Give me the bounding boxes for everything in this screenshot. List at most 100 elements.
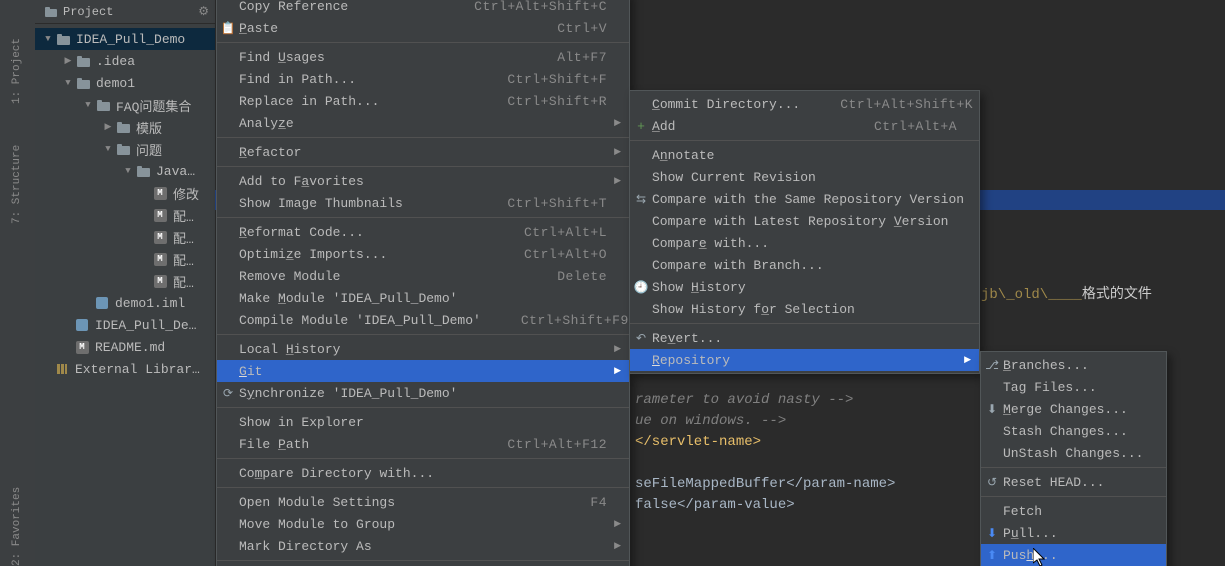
menu-item-reset-head[interactable]: ↺Reset HEAD...	[981, 471, 1166, 493]
menu-item-module-settings[interactable]: Open Module SettingsF4	[217, 491, 629, 513]
menu-item-branches[interactable]: ⎇Branches...	[981, 354, 1166, 376]
menu-item-synchronize[interactable]: ⟳Synchronize 'IDEA_Pull_Demo'	[217, 382, 629, 404]
panel-title: Project	[63, 5, 113, 19]
separator	[217, 487, 629, 488]
menu-item-remove-module[interactable]: Remove ModuleDelete	[217, 265, 629, 287]
menu-item-show-history[interactable]: 🕘Show History	[630, 276, 979, 298]
separator	[217, 42, 629, 43]
menu-item-compare-latest[interactable]: Compare with Latest Repository Version	[630, 210, 979, 232]
menu-item-push[interactable]: ⬆Push...	[981, 544, 1166, 566]
tree-item[interactable]: ▼Java…	[35, 160, 215, 182]
code-line: seFileMappedBuffer</param-name>	[635, 476, 895, 492]
menu-item-compile-module[interactable]: Compile Module 'IDEA_Pull_Demo'Ctrl+Shif…	[217, 309, 629, 331]
menu-item-optimize-imports[interactable]: Optimize Imports...Ctrl+Alt+O	[217, 243, 629, 265]
tree-item[interactable]: ▶模版	[35, 116, 215, 138]
menu-item-move-module[interactable]: Move Module to Group▶	[217, 513, 629, 535]
context-menu-repository: ⎇Branches... Tag Files... ⬇Merge Changes…	[980, 351, 1167, 566]
separator	[630, 140, 979, 141]
merge-icon: ⬇	[985, 402, 999, 416]
menu-item-stash[interactable]: Stash Changes...	[981, 420, 1166, 442]
code-line: </servlet-name>	[635, 434, 761, 450]
menu-item-repository[interactable]: Repository▶	[630, 349, 979, 371]
separator	[217, 560, 629, 561]
add-icon: +	[634, 119, 648, 133]
menu-item-compare-dir[interactable]: Compare Directory with...	[217, 462, 629, 484]
menu-item-file-path[interactable]: File PathCtrl+Alt+F12	[217, 433, 629, 455]
separator	[630, 323, 979, 324]
branch-icon: ⎇	[985, 358, 999, 372]
project-tool-window: Project ⚙ ▼IDEA_Pull_Demo ▶.idea ▼demo1 …	[35, 0, 216, 566]
menu-item-tag-files[interactable]: Tag Files...	[981, 376, 1166, 398]
gear-icon[interactable]: ⚙	[198, 4, 209, 19]
menu-item-commit-dir[interactable]: Commit Directory...Ctrl+Alt+Shift+K	[630, 93, 979, 115]
tree-item[interactable]: IDEA_Pull_De…	[35, 314, 215, 336]
menu-item-fetch[interactable]: Fetch	[981, 500, 1166, 522]
separator	[217, 334, 629, 335]
context-menu-git: Commit Directory...Ctrl+Alt+Shift+K +Add…	[629, 90, 980, 374]
context-menu-main: Copy ReferenceCtrl+Alt+Shift+C 📋PasteCtr…	[216, 0, 630, 566]
sidebar-tab-project[interactable]: 1: Project	[4, 24, 30, 104]
menu-item-compare-same[interactable]: ⇆Compare with the Same Repository Versio…	[630, 188, 979, 210]
project-tree[interactable]: ▼IDEA_Pull_Demo ▶.idea ▼demo1 ▼FAQ问题集合 ▶…	[35, 24, 215, 380]
menu-item-mark-directory[interactable]: Mark Directory As▶	[217, 535, 629, 557]
menu-item-show-history-selection[interactable]: Show History for Selection	[630, 298, 979, 320]
menu-item-find-usages[interactable]: Find UsagesAlt+F7	[217, 46, 629, 68]
menu-item-add[interactable]: +AddCtrl+Alt+A	[630, 115, 979, 137]
tree-item[interactable]: ▼demo1	[35, 72, 215, 94]
tree-item-external-libs[interactable]: External Librar…	[35, 358, 215, 380]
tree-root[interactable]: ▼IDEA_Pull_Demo	[35, 28, 215, 50]
menu-item-revert[interactable]: ↶Revert...	[630, 327, 979, 349]
menu-item-show-explorer[interactable]: Show in Explorer	[217, 411, 629, 433]
menu-item-show-current-revision[interactable]: Show Current Revision	[630, 166, 979, 188]
left-tool-gutter: 1: Project 7: Structure 2: Favorites	[0, 0, 36, 566]
sidebar-tab-structure[interactable]: 7: Structure	[4, 138, 30, 224]
menu-item-pull[interactable]: ⬇Pull...	[981, 522, 1166, 544]
menu-item-analyze[interactable]: Analyze▶	[217, 112, 629, 134]
menu-item-find-in-path[interactable]: Find in Path...Ctrl+Shift+F	[217, 68, 629, 90]
push-icon: ⬆	[985, 548, 999, 562]
tree-item[interactable]: M配…	[35, 270, 215, 292]
code-line: false</param-value>	[635, 497, 795, 513]
menu-item-compare-branch[interactable]: Compare with Branch...	[630, 254, 979, 276]
menu-item-merge-changes[interactable]: ⬇Merge Changes...	[981, 398, 1166, 420]
separator	[217, 407, 629, 408]
menu-item-make-module[interactable]: Make Module 'IDEA_Pull_Demo'	[217, 287, 629, 309]
separator	[217, 217, 629, 218]
paste-icon: 📋	[221, 21, 235, 35]
code-fragment: jb\_old\____格式的文件	[981, 283, 1152, 303]
tree-item[interactable]: M修改	[35, 182, 215, 204]
tree-item[interactable]: demo1.iml	[35, 292, 215, 314]
menu-item-reformat[interactable]: Reformat Code...Ctrl+Alt+L	[217, 221, 629, 243]
history-icon: 🕘	[634, 280, 648, 294]
reset-icon: ↺	[985, 475, 999, 489]
tree-item[interactable]: ▼FAQ问题集合	[35, 94, 215, 116]
menu-item-unstash[interactable]: UnStash Changes...	[981, 442, 1166, 464]
menu-item-copy-reference[interactable]: Copy ReferenceCtrl+Alt+Shift+C	[217, 0, 629, 17]
tree-item[interactable]: MREADME.md	[35, 336, 215, 358]
menu-item-annotate[interactable]: Annotate	[630, 144, 979, 166]
separator	[217, 166, 629, 167]
separator	[217, 137, 629, 138]
separator	[981, 496, 1166, 497]
revert-icon: ↶	[634, 331, 648, 345]
menu-item-refactor[interactable]: Refactor▶	[217, 141, 629, 163]
project-icon	[45, 6, 57, 18]
menu-item-paste[interactable]: 📋PasteCtrl+V	[217, 17, 629, 39]
compare-icon: ⇆	[634, 192, 648, 206]
tree-item[interactable]: ▼问题	[35, 138, 215, 160]
panel-header: Project ⚙	[35, 0, 215, 24]
menu-item-add-favorites[interactable]: Add to Favorites▶	[217, 170, 629, 192]
tree-item[interactable]: M配…	[35, 226, 215, 248]
tree-item[interactable]: M配…	[35, 248, 215, 270]
tree-item[interactable]: M配…	[35, 204, 215, 226]
menu-item-show-thumbnails[interactable]: Show Image ThumbnailsCtrl+Shift+T	[217, 192, 629, 214]
tree-item[interactable]: ▶.idea	[35, 50, 215, 72]
sidebar-tab-favorites[interactable]: 2: Favorites	[4, 480, 30, 566]
menu-item-compare-with[interactable]: Compare with...	[630, 232, 979, 254]
separator	[981, 467, 1166, 468]
menu-item-local-history[interactable]: Local History▶	[217, 338, 629, 360]
pull-icon: ⬇	[985, 526, 999, 540]
menu-item-git[interactable]: Git▶	[217, 360, 629, 382]
sync-icon: ⟳	[221, 386, 235, 400]
menu-item-replace-in-path[interactable]: Replace in Path...Ctrl+Shift+R	[217, 90, 629, 112]
